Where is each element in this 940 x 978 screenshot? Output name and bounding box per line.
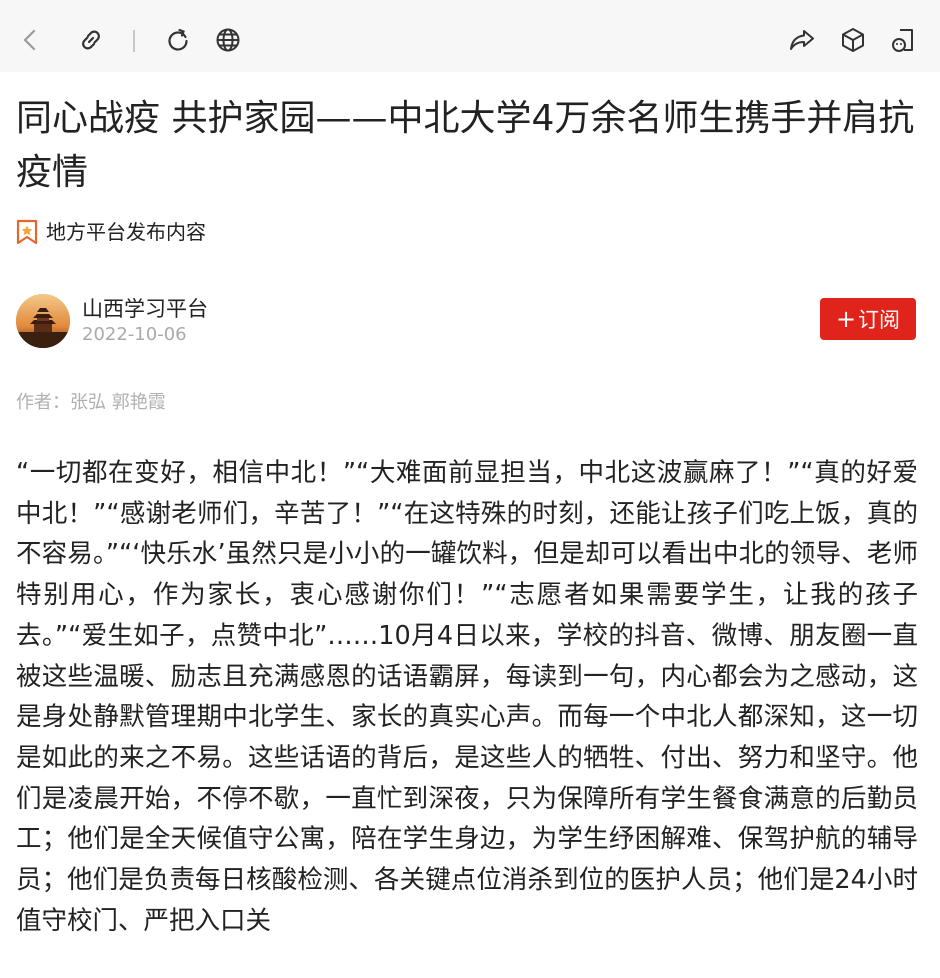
share-icon[interactable]	[784, 22, 820, 58]
toolbar-divider	[133, 30, 135, 52]
refresh-icon[interactable]	[160, 22, 196, 58]
top-toolbar	[0, 0, 940, 72]
subscribe-label: 订阅	[858, 308, 901, 332]
bookmark-star-icon	[16, 219, 38, 245]
publisher-avatar[interactable]	[16, 294, 70, 348]
source-tag: 地方平台发布内容	[16, 218, 206, 246]
back-icon[interactable]	[12, 22, 48, 58]
article-title: 同心战疫 共护家园——中北大学4万余名师生携手并肩抗疫情	[16, 98, 915, 193]
publisher-row: 山西学习平台 2022-10-06 + 订阅	[16, 292, 916, 348]
publisher-name[interactable]: 山西学习平台	[82, 294, 208, 324]
plus-icon: +	[835, 305, 857, 333]
link-icon[interactable]	[73, 22, 109, 58]
cube-icon[interactable]	[835, 22, 871, 58]
author-byline: 作者：张弘 郭艳霞	[16, 392, 166, 413]
article-body: “一切都在变好，相信中北！”“大难面前显担当，中北这波赢麻了！”“真的好爱中北！…	[16, 458, 918, 936]
globe-icon[interactable]	[210, 22, 246, 58]
mini-program-icon[interactable]	[885, 22, 921, 58]
publish-date: 2022-10-06	[82, 324, 187, 345]
subscribe-button[interactable]: + 订阅	[820, 298, 916, 340]
source-label: 地方平台发布内容	[46, 220, 206, 244]
